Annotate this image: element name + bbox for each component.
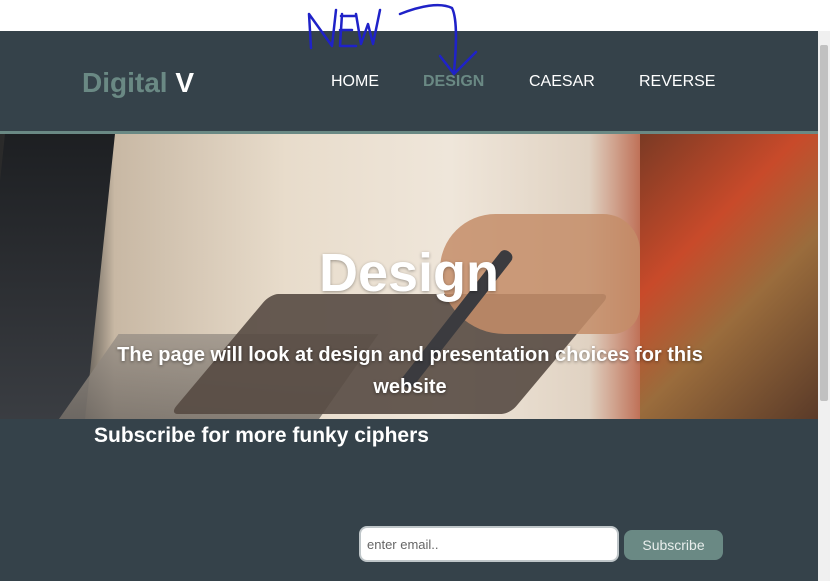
logo-text: Digital <box>82 67 168 98</box>
scrollbar[interactable] <box>818 31 830 581</box>
browser-top-strip <box>0 0 830 32</box>
hero-subtitle: The page will look at design and present… <box>117 344 703 398</box>
nav-caesar[interactable]: CAESAR <box>529 73 595 91</box>
site-header: Digital V HOME DESIGN CAESAR REVERSE <box>0 31 818 134</box>
email-input[interactable] <box>359 526 619 562</box>
nav-design[interactable]: DESIGN <box>423 73 484 91</box>
nav-home[interactable]: HOME <box>331 73 379 91</box>
hero-banner: Design The page will look at design and … <box>0 134 818 419</box>
subscribe-heading: Subscribe for more funky ciphers <box>94 424 429 447</box>
site-logo[interactable]: Digital V <box>82 67 194 99</box>
page: Digital V HOME DESIGN CAESAR REVERSE Des… <box>0 31 818 581</box>
logo-accent: V <box>175 67 195 98</box>
scrollbar-thumb[interactable] <box>820 45 828 401</box>
subscribe-button[interactable]: Subscribe <box>624 530 723 560</box>
nav-reverse[interactable]: REVERSE <box>639 73 715 91</box>
hero-title: Design <box>318 243 500 303</box>
